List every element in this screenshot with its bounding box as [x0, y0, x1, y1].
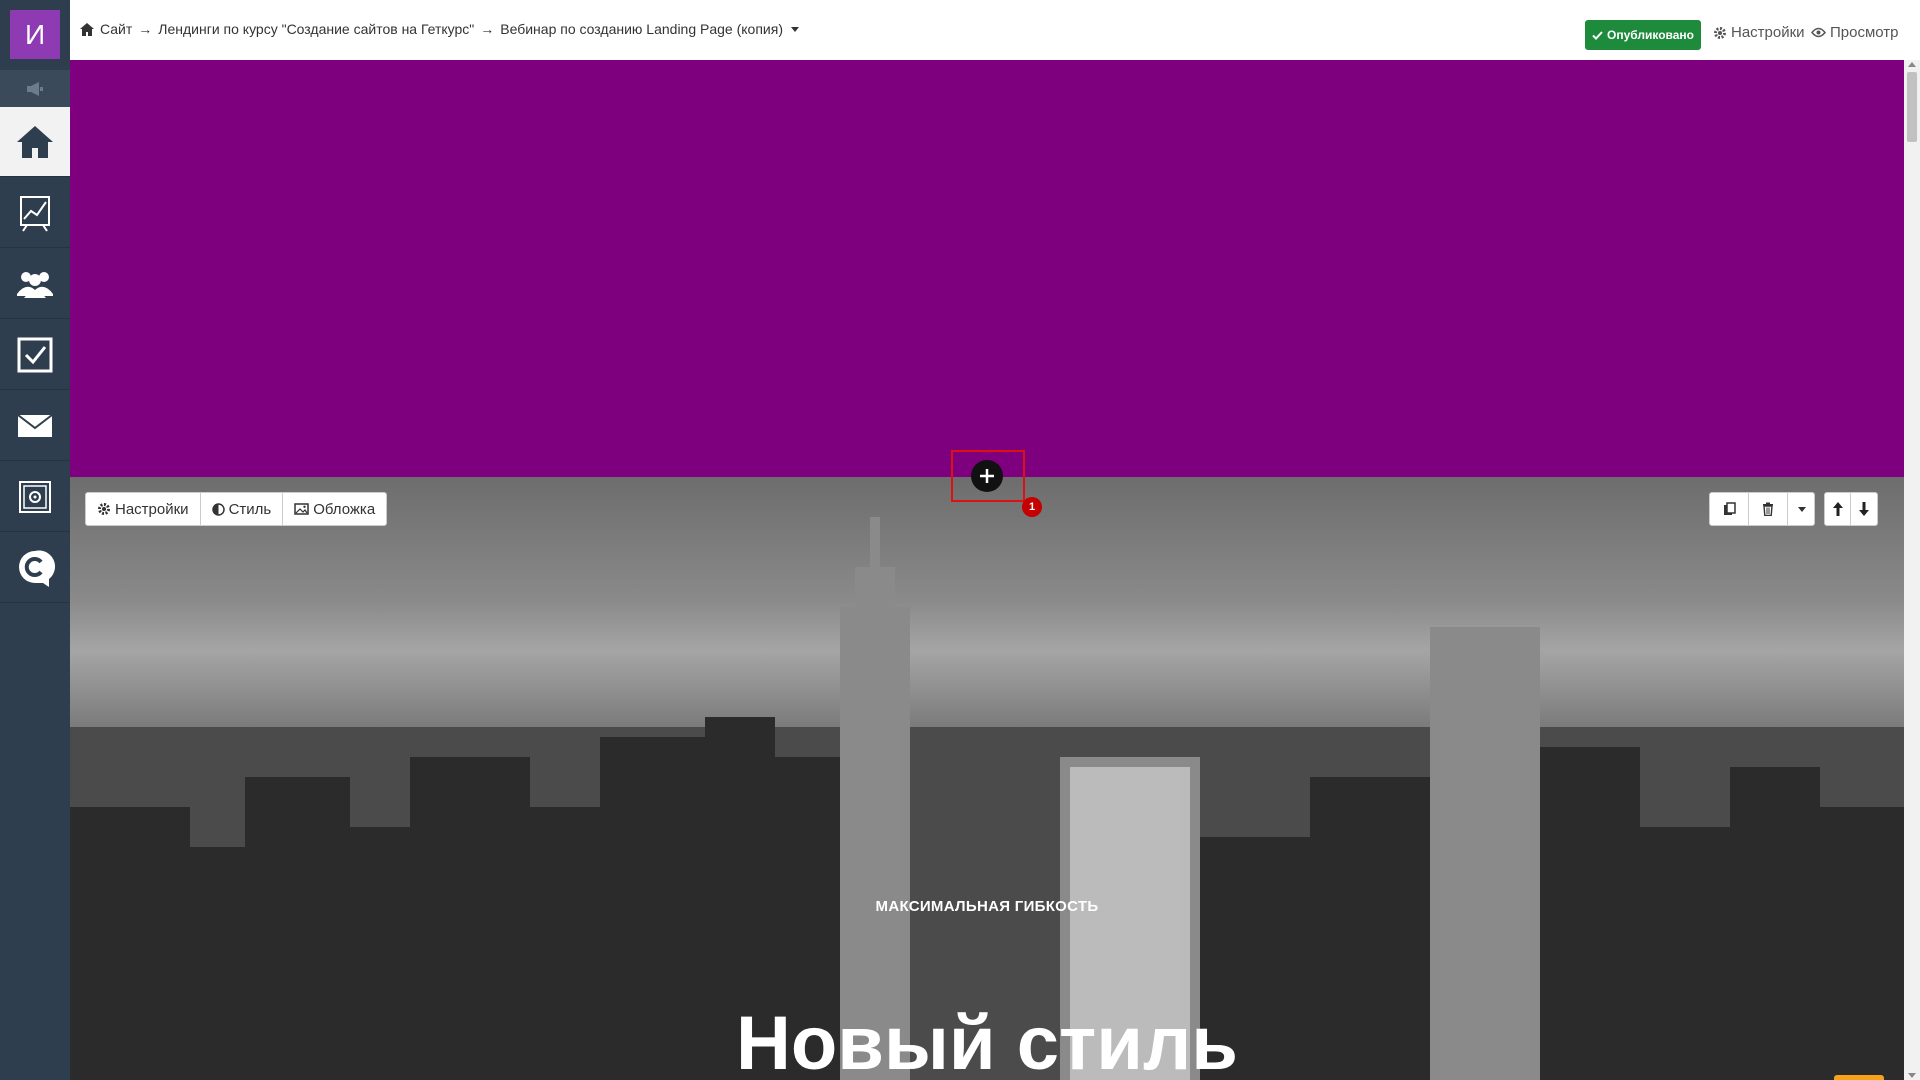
settings-link[interactable]: Настройки	[1713, 24, 1805, 41]
safe-icon	[19, 480, 51, 513]
sidebar-item-tasks[interactable]	[0, 320, 70, 390]
city-skyline-image	[70, 517, 1904, 1080]
notifications-button[interactable]	[0, 70, 70, 107]
user-avatar[interactable]: И	[10, 10, 60, 59]
copy-block-button[interactable]	[1710, 493, 1749, 525]
breadcrumb-page[interactable]: Вебинар по созданию Landing Page (копия)	[500, 21, 783, 37]
home-icon	[17, 125, 53, 158]
block-toolbar: Настройки Стиль Обложка	[85, 492, 388, 526]
contrast-icon	[211, 502, 225, 516]
purple-block[interactable]	[70, 60, 1904, 477]
top-bar: Сайт → Лендинги по курсу "Создание сайто…	[70, 0, 1920, 60]
add-block-button[interactable]	[971, 460, 1003, 492]
scroll-up-arrow[interactable]	[1908, 62, 1916, 67]
plus-icon	[980, 469, 994, 483]
breadcrumb-section[interactable]: Лендинги по курсу "Создание сайтов на Ге…	[158, 21, 474, 37]
published-button[interactable]: Опубликовано	[1585, 20, 1701, 50]
chevron-down-icon	[1798, 506, 1806, 512]
check-icon	[1592, 30, 1603, 40]
move-block-up-button[interactable]	[1825, 493, 1851, 525]
published-label: Опубликовано	[1606, 28, 1695, 42]
page-scrollbar[interactable]	[1904, 60, 1920, 1080]
block-style-label: Стиль	[228, 500, 272, 518]
mail-icon	[17, 413, 53, 437]
image-icon	[294, 503, 309, 515]
chevron-down-icon[interactable]	[790, 26, 799, 32]
users-icon	[17, 271, 53, 298]
gear-icon	[1714, 26, 1726, 39]
sidebar-item-analytics[interactable]	[0, 178, 70, 248]
preview-label: Просмотр	[1830, 24, 1899, 41]
sidebar-item-users[interactable]	[0, 249, 70, 319]
page-editor-canvas: 1 Настройки Стиль Обложка МАКСИМАЛЬНАЯ Г…	[70, 60, 1904, 1080]
block-more-dropdown[interactable]	[1788, 493, 1814, 525]
left-sidebar: И	[0, 0, 70, 1080]
hero-title[interactable]: Новый стиль	[70, 1000, 1904, 1080]
settings-label: Настройки	[1731, 24, 1805, 41]
hero-kicker[interactable]: МАКСИМАЛЬНАЯ ГИБКОСТЬ	[70, 898, 1904, 915]
block-style-button[interactable]: Стиль	[201, 493, 284, 525]
chart-icon	[20, 195, 50, 232]
preview-link[interactable]: Просмотр	[1811, 24, 1899, 41]
scroll-down-arrow[interactable]	[1908, 1073, 1916, 1078]
breadcrumb-separator: →	[480, 21, 495, 37]
breadcrumb-site[interactable]: Сайт	[100, 21, 132, 37]
scrollbar-thumb[interactable]	[1907, 72, 1917, 142]
megaphone-icon	[27, 81, 43, 96]
eye-icon	[1811, 27, 1826, 38]
block-cover-button[interactable]: Обложка	[283, 493, 386, 525]
trash-icon	[1763, 502, 1773, 516]
hint-badge: 1	[1022, 497, 1042, 517]
block-actions-group	[1709, 492, 1815, 526]
breadcrumb-separator: →	[138, 21, 153, 37]
tasks-icon	[17, 337, 53, 372]
delete-block-button[interactable]	[1749, 493, 1788, 525]
move-block-down-button[interactable]	[1851, 493, 1877, 525]
chat-c-icon	[19, 550, 55, 587]
sidebar-item-messages[interactable]	[0, 391, 70, 461]
block-settings-button[interactable]: Настройки	[86, 493, 201, 525]
home-icon	[80, 22, 94, 36]
block-settings-label: Настройки	[115, 500, 189, 518]
breadcrumb: Сайт → Лендинги по курсу "Создание сайто…	[80, 21, 799, 37]
block-cover-label: Обложка	[313, 500, 376, 518]
sidebar-item-home[interactable]	[0, 107, 70, 177]
gear-icon	[98, 503, 110, 515]
sidebar-item-sales[interactable]	[0, 462, 70, 532]
copy-icon	[1723, 502, 1736, 515]
block-move-group	[1824, 492, 1878, 526]
arrow-down-icon	[1859, 502, 1869, 516]
hero-block[interactable]	[70, 477, 1904, 1080]
sidebar-item-chatium[interactable]	[0, 533, 70, 603]
arrow-up-icon	[1832, 502, 1843, 516]
scroll-to-top-button[interactable]	[1834, 1075, 1884, 1080]
